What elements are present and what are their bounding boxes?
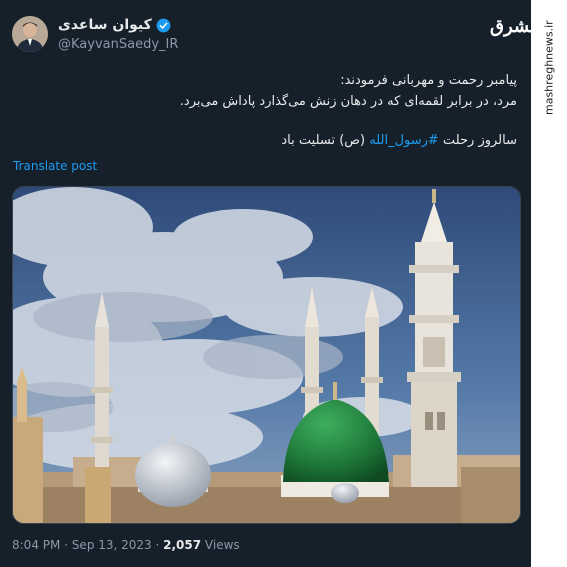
site-watermark: mashreghnews.ir: [542, 20, 556, 116]
verified-badge-icon: [156, 18, 171, 32]
author-avatar[interactable]: [12, 16, 48, 52]
tweet-line-1: پیامبر رحمت و مهربانی فرمودند:: [340, 73, 517, 88]
author-display-name[interactable]: کیوان ساعدی: [58, 17, 152, 33]
tweet-text: پیامبر رحمت و مهربانی فرمودند: مرد، در ب…: [47, 70, 517, 151]
tweet-card: کیوان ساعدی @KayvanSaedy_IR پیامبر رحمت …: [0, 0, 531, 567]
meta-separator: ·: [60, 538, 72, 552]
tweet-line-3-start: سالروز رحلت: [438, 133, 517, 148]
tweet-line-2: مرد، در برابر لقمه‌ای که در دهان زنش می‌…: [179, 94, 517, 109]
tweet-meta: 8:04 PM · Sep 13, 2023 · 2,057 Views: [12, 538, 240, 552]
translate-post-link[interactable]: Translate post: [13, 159, 97, 173]
views-count: 2,057: [163, 538, 202, 552]
meta-separator-2: ·: [151, 538, 164, 552]
tweet-photo[interactable]: [12, 186, 521, 524]
site-logo: مشرق: [490, 16, 540, 37]
author-handle[interactable]: @KayvanSaedy_IR: [58, 37, 178, 52]
views-label: Views: [201, 538, 240, 552]
tweet-line-3: سالروز رحلت #رسول_الله (ص) تسلیت باد: [47, 130, 517, 151]
tweet-date[interactable]: Sep 13, 2023: [72, 538, 152, 552]
author-name-row: کیوان ساعدی: [58, 17, 171, 33]
tweet-time[interactable]: 8:04 PM: [12, 538, 60, 552]
tweet-line-3-end: (ص) تسلیت باد: [281, 133, 370, 148]
hashtag-link[interactable]: #رسول_الله: [369, 133, 439, 148]
